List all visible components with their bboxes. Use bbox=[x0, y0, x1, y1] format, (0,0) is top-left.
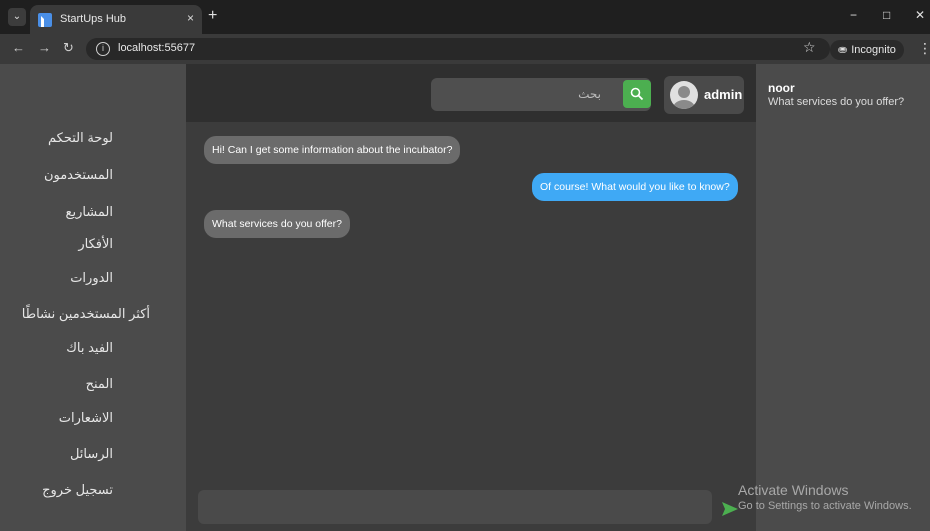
maximize-icon[interactable]: □ bbox=[883, 8, 890, 22]
sidebar-item-ideas[interactable]: الأفكار bbox=[78, 236, 113, 252]
sidebar: لوحة التحكم المستخدمون المشاريع الأفكار … bbox=[0, 64, 186, 531]
search-input[interactable]: بحث bbox=[578, 87, 601, 101]
browser-tabstrip: ⌄ StartUps Hub × + − □ ✕ bbox=[0, 0, 930, 34]
message-bubble-incoming: Hi! Can I get some information about the… bbox=[204, 136, 461, 164]
new-tab-button[interactable]: + bbox=[208, 8, 217, 24]
browser-tab[interactable]: StartUps Hub × bbox=[30, 5, 202, 34]
message-bubble-incoming: What services do you offer? bbox=[204, 210, 350, 238]
top-bar: بحث admin bbox=[186, 64, 756, 122]
sidebar-item-dashboard[interactable]: لوحة التحكم bbox=[48, 130, 113, 146]
sidebar-item-notifications[interactable]: الاشعارات bbox=[59, 410, 113, 426]
close-window-icon[interactable]: ✕ bbox=[915, 8, 925, 22]
incognito-badge[interactable]: ⛂ Incognito bbox=[830, 40, 904, 60]
activate-windows-subtitle: Go to Settings to activate Windows. bbox=[738, 500, 912, 512]
search-button[interactable] bbox=[623, 80, 651, 108]
tab-close-icon[interactable]: × bbox=[187, 11, 194, 25]
search-icon bbox=[630, 87, 644, 101]
sidebar-item-projects[interactable]: المشاريع bbox=[66, 204, 113, 220]
sidebar-item-logout[interactable]: تسجيل خروج bbox=[42, 482, 113, 498]
chat-main: بحث admin Hi! Can I get some information… bbox=[186, 64, 756, 531]
user-name: admin bbox=[704, 87, 743, 102]
forward-arrow-icon[interactable]: → bbox=[38, 40, 51, 55]
bookmark-star-icon[interactable]: ☆ bbox=[803, 39, 816, 56]
minimize-icon[interactable]: − bbox=[850, 8, 857, 22]
app-root: لوحة التحكم المستخدمون المشاريع الأفكار … bbox=[0, 64, 930, 531]
conversation-name: noor bbox=[768, 81, 795, 95]
browser-toolbar: ← → ↻ i localhost:55677 ☆ ⛂ Incognito ⋮ bbox=[0, 34, 930, 64]
site-info-icon[interactable]: i bbox=[96, 42, 110, 56]
browser-menu-icon[interactable]: ⋮ bbox=[918, 40, 930, 57]
url-text[interactable]: localhost:55677 bbox=[118, 42, 195, 54]
reload-icon[interactable]: ↻ bbox=[63, 40, 74, 56]
incognito-label: Incognito bbox=[851, 44, 896, 56]
sidebar-item-most-active-users[interactable]: أكثر المستخدمين نشاطًا bbox=[22, 306, 150, 322]
tab-search-chevron-icon[interactable]: ⌄ bbox=[8, 8, 26, 26]
message-input[interactable] bbox=[198, 490, 712, 524]
sidebar-item-messages[interactable]: الرسائل bbox=[70, 446, 113, 462]
sidebar-item-grants[interactable]: المنح bbox=[86, 376, 113, 392]
back-arrow-icon[interactable]: ← bbox=[12, 40, 25, 55]
message-bubble-outgoing: Of course! What would you like to know? bbox=[532, 173, 738, 201]
search-field[interactable]: بحث bbox=[431, 78, 651, 111]
avatar-icon bbox=[670, 81, 698, 109]
address-bar[interactable]: i localhost:55677 bbox=[86, 38, 830, 60]
conversation-last-message: What services do you offer? bbox=[768, 96, 905, 108]
incognito-icon: ⛂ bbox=[838, 44, 848, 56]
tab-title: StartUps Hub bbox=[60, 13, 127, 25]
activate-windows-title: Activate Windows bbox=[738, 482, 849, 498]
flutter-favicon-icon bbox=[38, 13, 52, 27]
sidebar-item-users[interactable]: المستخدمون bbox=[44, 167, 113, 183]
user-menu[interactable]: admin bbox=[664, 76, 744, 114]
sidebar-item-courses[interactable]: الدورات bbox=[70, 270, 113, 286]
conversation-list: noor What services do you offer? bbox=[756, 64, 930, 531]
send-icon[interactable] bbox=[722, 502, 738, 516]
sidebar-item-feedback[interactable]: الفيد باك bbox=[66, 340, 113, 356]
